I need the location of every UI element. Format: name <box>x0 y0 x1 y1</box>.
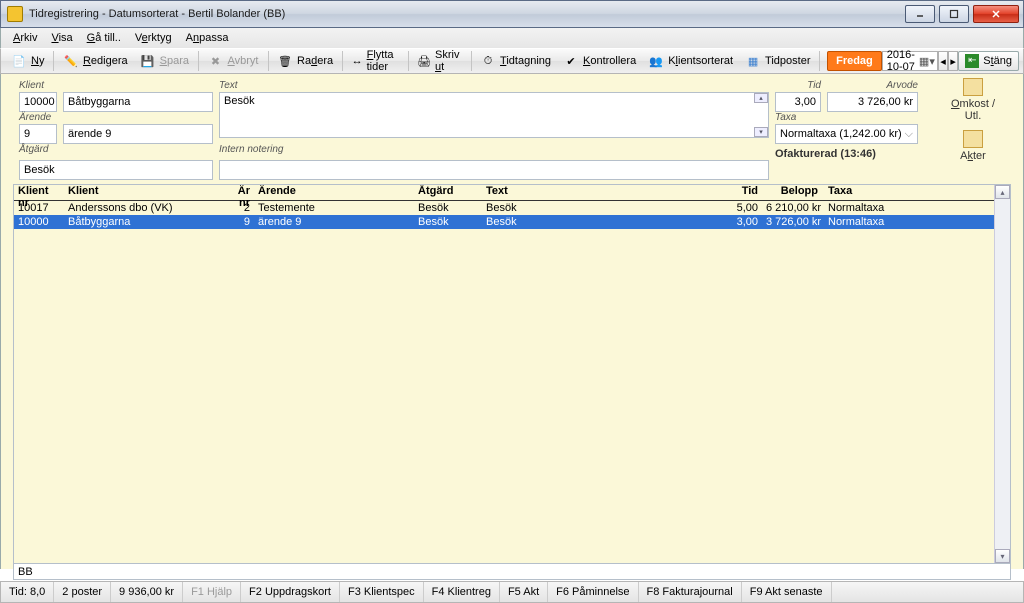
arende-nr-input[interactable]: 9 <box>19 124 57 144</box>
x-icon: ✖ <box>208 53 224 69</box>
label-intern: Intern notering <box>219 144 769 160</box>
maximize-button[interactable] <box>939 5 969 23</box>
close-button[interactable] <box>973 5 1019 23</box>
label-text: Text <box>219 80 769 92</box>
col-atgard[interactable]: Åtgärd <box>414 185 482 200</box>
check-button[interactable]: ✔Kontrollera <box>557 50 642 72</box>
calendar-dropdown-icon[interactable]: ▦▾ <box>919 55 933 68</box>
text-input[interactable]: Besök ▴ ▾ <box>219 92 769 138</box>
minimize-button[interactable] <box>905 5 935 23</box>
arende-name-input[interactable]: ärende 9 <box>63 124 213 144</box>
col-arende[interactable]: Ärende <box>254 185 414 200</box>
status-poster: 2 poster <box>54 582 111 602</box>
label-atgard: Åtgärd <box>19 144 213 160</box>
scroll-down-icon[interactable]: ▾ <box>995 549 1010 563</box>
date-prev-button[interactable]: ◂ <box>938 51 948 71</box>
omkost-button[interactable]: Omkost / Utl. <box>942 78 1004 122</box>
klient-name-input[interactable]: Båtbyggarna <box>63 92 213 112</box>
pencil-icon: ✏️ <box>63 53 79 69</box>
col-text[interactable]: Text <box>482 185 714 200</box>
disk-icon: 💾 <box>140 53 156 69</box>
grid-header: Klient nr Klient Är nr Ärende Åtgärd Tex… <box>14 185 1010 201</box>
exit-icon: ⇤ <box>965 54 979 68</box>
grid-scrollbar[interactable]: ▴ ▾ <box>994 185 1010 563</box>
label-arvode: Arvode <box>827 80 918 92</box>
f2-uppdragskort[interactable]: F2 Uppdragskort <box>241 582 340 602</box>
close-panel-button[interactable]: ⇤Stäng <box>958 51 1019 71</box>
timer-button[interactable]: ⏱Tidtagning <box>474 50 557 72</box>
date-next-button[interactable]: ▸ <box>948 51 958 71</box>
time-entries-grid[interactable]: Klient nr Klient Är nr Ärende Åtgärd Tex… <box>13 184 1011 564</box>
status-tid: Tid: 8,0 <box>1 582 54 602</box>
status-summa: 9 936,00 kr <box>111 582 183 602</box>
date-picker[interactable]: 2016-10-07▦▾ <box>882 51 938 71</box>
edit-button[interactable]: ✏️Redigera <box>57 50 134 72</box>
table-row[interactable]: 10017Anderssons dbo (VK)2TestementeBesök… <box>14 201 1010 215</box>
f6-paminnelse[interactable]: F6 Påminnelse <box>548 582 638 602</box>
f3-klientspec[interactable]: F3 Klientspec <box>340 582 424 602</box>
status-bar: Tid: 8,0 2 poster 9 936,00 kr F1 Hjälp F… <box>0 581 1024 603</box>
atgard-input[interactable]: Besök <box>19 160 213 180</box>
app-icon <box>7 6 23 22</box>
f8-fakturajournal[interactable]: F8 Fakturajournal <box>639 582 742 602</box>
menu-ga-till[interactable]: Gå till.. <box>81 30 127 46</box>
menu-verktyg[interactable]: Verktyg <box>129 30 178 46</box>
akter-button[interactable]: Akter <box>942 130 1004 162</box>
col-taxa[interactable]: Taxa <box>822 185 902 200</box>
scroll-up-icon[interactable]: ▴ <box>995 185 1010 199</box>
check-icon: ✔ <box>563 53 579 69</box>
move-times-button[interactable]: ↔Flytta tider <box>346 50 405 72</box>
text-up-icon[interactable]: ▴ <box>754 93 768 103</box>
col-belopp[interactable]: Belopp <box>762 185 822 200</box>
table-row[interactable]: ▸10000Båtbyggarna9ärende 9BesökBesök3,00… <box>14 215 1010 229</box>
col-ar-nr[interactable]: Är nr <box>222 185 254 200</box>
menu-arkiv[interactable]: Arkiv <box>7 30 43 46</box>
f4-klientreg[interactable]: F4 Klientreg <box>424 582 500 602</box>
menu-visa[interactable]: Visa <box>45 30 78 46</box>
cancel-button[interactable]: ✖Avbryt <box>202 50 265 72</box>
label-taxa: Taxa <box>775 112 918 124</box>
form-side-buttons: Omkost / Utl. Akter <box>942 78 1004 162</box>
day-badge: Fredag <box>827 51 882 71</box>
f9-akt-senaste[interactable]: F9 Akt senaste <box>742 582 832 602</box>
entry-form: Klient Text Tid Arvode 10000 Båtbyggarna… <box>0 74 1024 184</box>
trash-icon: 🗑 <box>277 53 293 69</box>
document-icon: 📄 <box>11 53 27 69</box>
chevron-down-icon: ⌵ <box>905 128 913 141</box>
tid-input[interactable]: 3,00 <box>775 92 821 112</box>
toolbar: 📄Ny ✏️Redigera 💾Spara ✖Avbryt 🗑Radera ↔F… <box>0 48 1024 74</box>
intern-input[interactable] <box>219 160 769 180</box>
title-bar: Tidregistrering - Datumsorterat - Bertil… <box>0 0 1024 28</box>
col-klient[interactable]: Klient <box>64 185 222 200</box>
save-button[interactable]: 💾Spara <box>134 50 195 72</box>
printer-icon: 🖨 <box>417 53 431 69</box>
menu-bar: Arkiv Visa Gå till.. Verktyg Anpassa <box>0 28 1024 48</box>
folder-icon <box>963 130 983 148</box>
expense-icon <box>963 78 983 96</box>
window-title: Tidregistrering - Datumsorterat - Bertil… <box>29 8 285 20</box>
menu-anpassa[interactable]: Anpassa <box>180 30 235 46</box>
grid-footer-input[interactable]: BB <box>13 564 1011 580</box>
delete-button[interactable]: 🗑Radera <box>271 50 339 72</box>
label-klient: Klient <box>19 80 213 92</box>
taxa-select[interactable]: Normaltaxa (1,242.00 kr)⌵ <box>775 124 918 144</box>
label-arende: Ärende <box>19 112 213 124</box>
time-posts-button[interactable]: ▦Tidposter <box>739 50 816 72</box>
col-tid[interactable]: Tid <box>714 185 762 200</box>
stopwatch-icon: ⏱ <box>480 53 496 69</box>
new-button[interactable]: 📄Ny <box>5 50 50 72</box>
f1-help[interactable]: F1 Hjälp <box>183 582 241 602</box>
f5-akt[interactable]: F5 Akt <box>500 582 548 602</box>
label-tid: Tid <box>775 80 821 92</box>
client-sort-button[interactable]: 👥Klientsorterat <box>642 50 739 72</box>
people-icon: 👥 <box>648 53 664 69</box>
print-button[interactable]: 🖨Skriv ut <box>411 50 467 72</box>
col-klient-nr[interactable]: Klient nr <box>14 185 64 200</box>
grid-container: Klient nr Klient Är nr Ärende Åtgärd Tex… <box>0 184 1024 569</box>
klient-nr-input[interactable]: 10000 <box>19 92 57 112</box>
calendar-icon: ▦ <box>745 53 761 69</box>
move-icon: ↔ <box>352 53 363 69</box>
arvode-input[interactable]: 3 726,00 kr <box>827 92 918 112</box>
text-down-icon[interactable]: ▾ <box>754 127 768 137</box>
